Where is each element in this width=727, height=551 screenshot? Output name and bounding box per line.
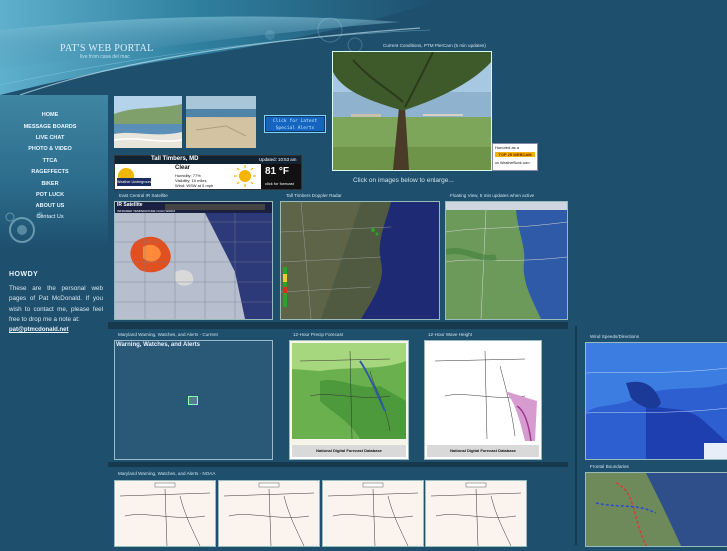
- piercam-image[interactable]: [332, 51, 492, 171]
- doppler-caption: Tall Timbers Doppler Radar: [286, 193, 342, 198]
- nav-photo-video[interactable]: PHOTO & VIDEO: [0, 146, 100, 152]
- doppler-radar-map[interactable]: [280, 201, 440, 320]
- wave-ndfd-label: National Digital Forecast Database: [427, 445, 539, 457]
- frontal-caption: Frontal Boundaries: [590, 464, 629, 469]
- forecast-link[interactable]: click for forecast: [265, 181, 294, 186]
- ir-header: IR Satellite: [117, 202, 143, 208]
- precip-caption: 12-Hour Precip Forecast: [293, 332, 343, 337]
- warnings-box-title: Warning, Watches, and Alerts: [116, 342, 200, 348]
- shore-photo: [186, 96, 256, 148]
- shore-photo-thumbnail[interactable]: [186, 96, 256, 148]
- intro-text: These are the personal web pages of Pat …: [9, 284, 103, 325]
- weather-wind: Wind: WSW at 5 mph: [175, 183, 213, 188]
- nav-live-chat[interactable]: LIVE CHAT: [0, 135, 100, 141]
- weather-condition: Clear: [175, 165, 190, 171]
- wind-speed-map[interactable]: [585, 342, 727, 460]
- wave-height-map[interactable]: National Digital Forecast Database: [424, 340, 542, 460]
- beach-photo: [114, 96, 182, 148]
- special-alerts-button[interactable]: Click for Latest Special Alerts: [264, 115, 326, 133]
- weather-updated: Updated: 10:53 am: [259, 157, 296, 162]
- intro-heading: HOWDY: [9, 271, 38, 278]
- wind-caption: Wind Speeds/Directions: [590, 334, 639, 339]
- wave-map-image: [425, 341, 541, 445]
- noaa-map-3[interactable]: [322, 480, 424, 547]
- floating-view-image: [446, 202, 567, 319]
- noaa-map-1-image: [115, 481, 215, 546]
- nav-contact-us[interactable]: Contact Us: [0, 214, 100, 220]
- alert-line-2: Special Alerts: [265, 125, 325, 132]
- site-title: PAT'S WEB PORTAL: [60, 43, 154, 54]
- wind-map-image: [586, 343, 727, 459]
- weather-brand: Weather Underground: [117, 180, 153, 184]
- noaa-map-1[interactable]: [114, 480, 216, 547]
- webcam-caption: Current Conditions, PTM PierCam (5 min u…: [383, 43, 486, 48]
- frontal-boundaries-map[interactable]: [585, 472, 727, 547]
- nav-rageffects[interactable]: RAGEFFECTS: [0, 169, 100, 175]
- noaa-map-2-image: [219, 481, 319, 546]
- badge-line-3: on WeatherBonk.com: [495, 161, 530, 165]
- badge-line-1: Honored as a: [495, 145, 519, 150]
- nav-pot-luck[interactable]: POT LUCK: [0, 192, 100, 198]
- right-divider: [575, 326, 577, 545]
- section-divider: [108, 322, 568, 329]
- nav-ttca[interactable]: TTCA: [0, 158, 100, 164]
- enlarge-instructions: Click on images below to enlarge...: [353, 177, 454, 184]
- nav-about-us[interactable]: ABOUT US: [0, 203, 100, 209]
- wave-caption: 12-Hour Wave Height: [428, 332, 472, 337]
- ir-legend: INFRARED TEMPERATURE COLD WARM: [117, 209, 175, 213]
- noaa-warnings-caption: Maryland Warning, Watches, and Alerts - …: [118, 471, 215, 476]
- alert-line-1: Click for Latest: [265, 118, 325, 125]
- sun-icon: [233, 165, 257, 187]
- nav-biker[interactable]: BIKER: [0, 181, 100, 187]
- warnings-caption: Maryland Warning, Watches, and Alerts - …: [118, 332, 218, 337]
- top-webcam-badge[interactable]: Honored as a TOP 25 WEBCAM on WeatherBon…: [492, 143, 538, 171]
- noaa-map-3-image: [323, 481, 423, 546]
- noaa-map-2[interactable]: [218, 480, 320, 547]
- precip-map-image: [290, 341, 408, 445]
- doppler-radar-image: [281, 202, 439, 319]
- ir-satellite-caption: East Central IR Satellite: [119, 193, 168, 198]
- ir-satellite-map[interactable]: IR Satellite INFRARED TEMPERATURE COLD W…: [114, 201, 273, 320]
- beach-photo-thumbnail[interactable]: [114, 96, 182, 148]
- badge-line-2: TOP 25 WEBCAM: [495, 152, 535, 157]
- precip-forecast-map[interactable]: National Digital Forecast Database: [289, 340, 409, 460]
- floating-view-map[interactable]: [445, 201, 568, 320]
- frontal-map-image: [586, 473, 727, 546]
- weather-location: Tall Timbers, MD: [151, 156, 198, 162]
- noaa-map-4[interactable]: [425, 480, 527, 547]
- weather-widget[interactable]: Tall Timbers, MD Updated: 10:53 am Weath…: [114, 155, 302, 190]
- piercam-photo: [333, 52, 491, 170]
- nav-home[interactable]: HOME: [0, 112, 100, 118]
- ir-satellite-image: [115, 202, 272, 319]
- precip-ndfd-label: National Digital Forecast Database: [292, 445, 406, 457]
- site-subtitle: live from casa del mac: [80, 54, 130, 60]
- section-divider-2: [108, 462, 568, 467]
- noaa-map-4-image: [426, 481, 526, 546]
- broken-image-icon: [188, 396, 198, 405]
- weather-temperature: 81 °F: [265, 166, 289, 177]
- floating-view-caption: Floating View, 5 min updates when active: [450, 193, 534, 198]
- nav-message-boards[interactable]: MESSAGE BOARDS: [0, 124, 100, 130]
- email-link[interactable]: pat@ptmcdonald.net: [9, 327, 69, 333]
